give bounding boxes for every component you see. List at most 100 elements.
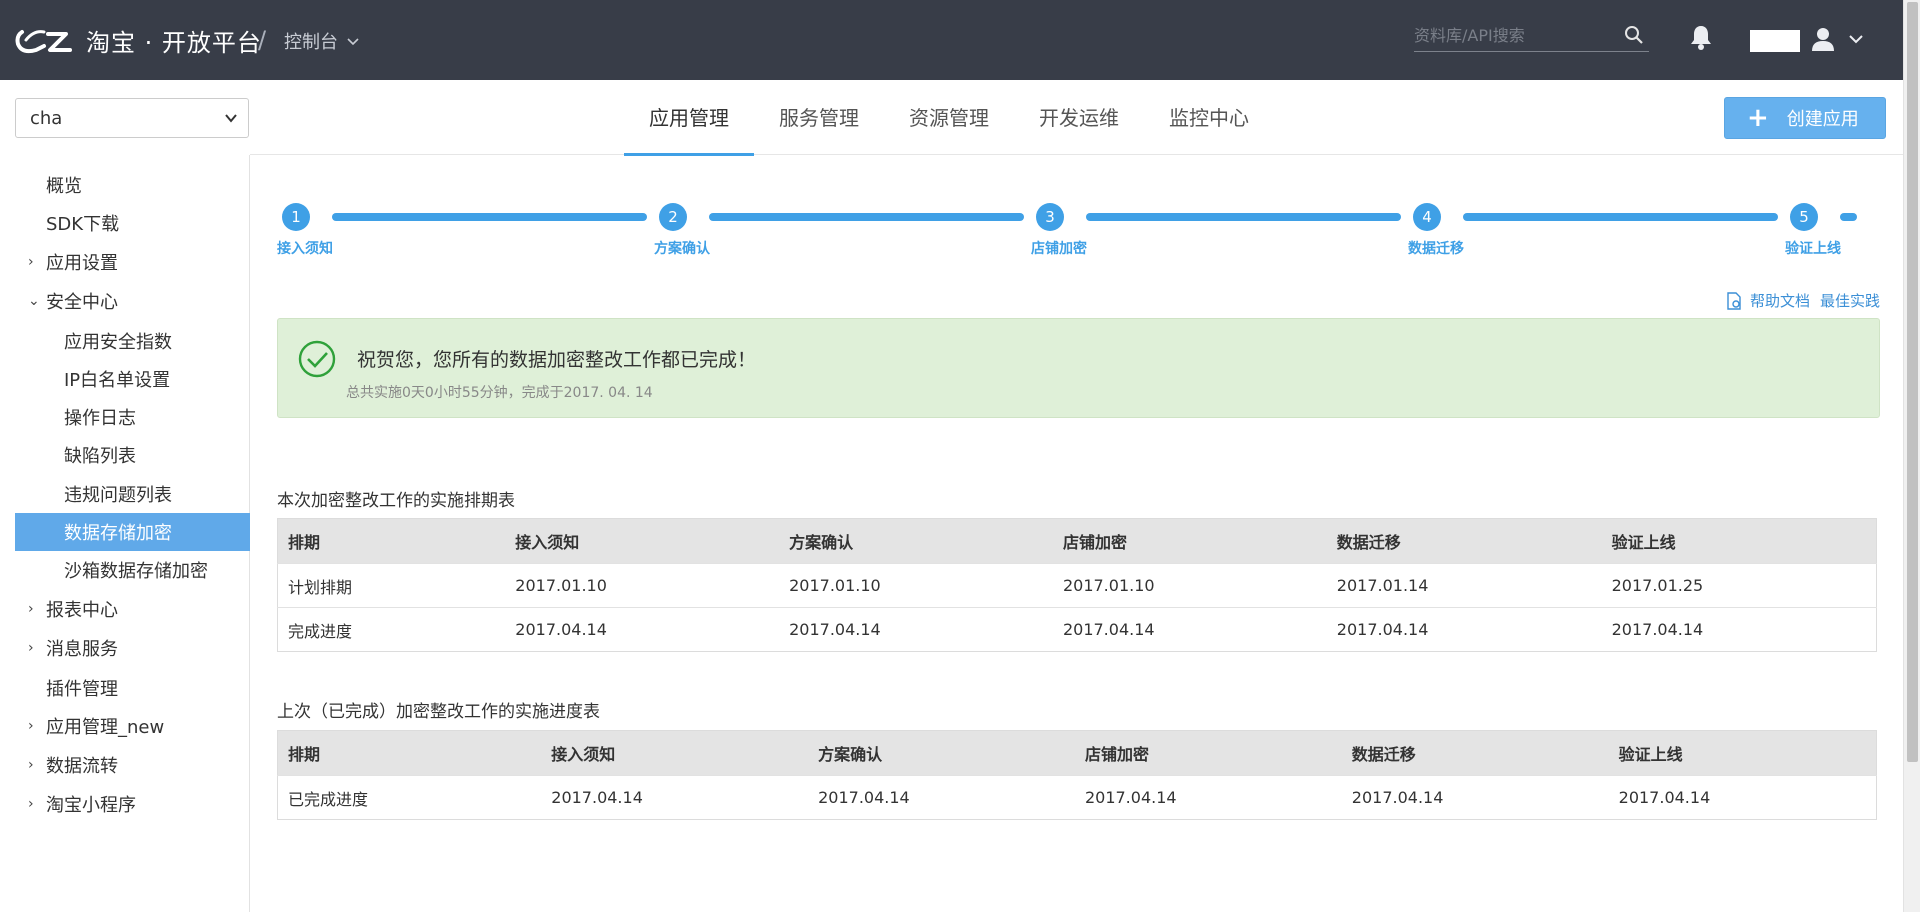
step-2-label: 方案确认: [654, 241, 710, 257]
table-row: 计划排期 2017.01.10 2017.01.10 2017.01.10 20…: [277, 563, 1877, 608]
step-2-dot: 2: [659, 203, 687, 231]
step-4-label: 数据迁移: [1408, 241, 1464, 257]
tab-service-management[interactable]: 服务管理: [754, 80, 884, 155]
chevron-right-icon: ›: [28, 254, 34, 270]
sidebar-item-label: 概览: [46, 176, 82, 197]
table-cell: 2017.04.14: [1074, 775, 1342, 820]
sidebar-item-mini-program[interactable]: › 淘宝小程序: [15, 785, 250, 823]
chevron-down-icon[interactable]: [1848, 31, 1864, 47]
success-subtitle: 总共实施0天0小时55分钟，完成于2017. 04. 14: [346, 385, 653, 401]
console-menu[interactable]: 控制台: [284, 28, 360, 54]
col-header: 店铺加密: [1074, 730, 1342, 776]
sidebar-item-overview[interactable]: 概览: [15, 166, 250, 204]
table-cell: 2017.04.14: [1326, 607, 1602, 652]
sidebar-item-security-center[interactable]: ⌄ 安全中心: [15, 282, 250, 320]
table-row: 已完成进度 2017.04.14 2017.04.14 2017.04.14 2…: [277, 775, 1877, 820]
tab-resource-management[interactable]: 资源管理: [884, 80, 1014, 155]
schedule-table-title: 本次加密整改工作的实施排期表: [277, 491, 515, 511]
col-header: 数据迁移: [1326, 518, 1602, 564]
table-cell: 计划排期: [277, 563, 506, 608]
sidebar-item-label: IP白名单设置: [64, 370, 171, 391]
table-cell: 2017.01.14: [1326, 563, 1602, 608]
sidebar-item-sdk[interactable]: SDK下载: [15, 204, 250, 242]
sidebar-item-label: 报表中心: [46, 600, 118, 621]
chevron-right-icon: ›: [28, 718, 34, 734]
sidebar-item-label: 数据流转: [46, 756, 118, 777]
step-4-dot: 4: [1413, 203, 1441, 231]
tab-app-management[interactable]: 应用管理: [624, 80, 754, 156]
table-header-row: 排期 接入须知 方案确认 店铺加密 数据迁移 验证上线: [277, 518, 1877, 564]
bell-icon[interactable]: [1688, 23, 1714, 51]
step-connector: [1840, 213, 1857, 221]
chevron-right-icon: ›: [28, 796, 34, 812]
step-1-label: 接入须知: [277, 241, 333, 257]
sidebar-item-label: 违规问题列表: [64, 485, 172, 506]
sidebar-item-label: 缺陷列表: [64, 446, 136, 467]
sidebar-item-data-encryption[interactable]: 数据存储加密: [15, 513, 250, 551]
sidebar-item-label: 安全中心: [46, 292, 118, 313]
table-cell: 2017.04.14: [1052, 607, 1327, 652]
logo-text: 淘宝 · 开放平台: [86, 28, 262, 57]
username-box[interactable]: [1750, 30, 1800, 52]
sidebar-item-label: 应用设置: [46, 253, 118, 274]
table-cell: 2017.04.14: [505, 607, 780, 652]
search-input[interactable]: [1414, 22, 1614, 45]
sidebar-item-ip-whitelist[interactable]: IP白名单设置: [15, 360, 250, 398]
check-circle-icon: [298, 340, 336, 378]
create-app-button[interactable]: + 创建应用: [1724, 97, 1886, 139]
table-row: 完成进度 2017.04.14 2017.04.14 2017.04.14 20…: [277, 607, 1877, 652]
console-label: 控制台: [284, 32, 338, 53]
tab-monitoring[interactable]: 监控中心: [1144, 80, 1274, 155]
main-nav: 应用管理 服务管理 资源管理 开发运维 监控中心: [250, 80, 1903, 156]
sidebar-item-sandbox-encryption[interactable]: 沙箱数据存储加密: [15, 551, 250, 589]
sidebar-item-label: 消息服务: [46, 639, 118, 660]
document-icon: [1727, 291, 1741, 310]
col-header: 验证上线: [1608, 730, 1877, 776]
plus-icon: +: [1747, 103, 1769, 133]
step-connector: [1463, 213, 1778, 221]
sidebar-item-violations[interactable]: 违规问题列表: [15, 475, 250, 513]
search-icon[interactable]: [1623, 24, 1645, 46]
sidebar-item-defect-list[interactable]: 缺陷列表: [15, 436, 250, 474]
help-doc-link[interactable]: 帮助文档: [1750, 290, 1810, 311]
sidebar-item-security-index[interactable]: 应用安全指数: [15, 322, 250, 360]
step-connector: [1086, 213, 1401, 221]
sidebar-item-label: 应用安全指数: [64, 332, 172, 353]
step-connector: [709, 213, 1024, 221]
sidebar-item-operation-log[interactable]: 操作日志: [15, 398, 250, 436]
table-cell: 2017.01.25: [1601, 563, 1877, 608]
sidebar-item-app-management-new[interactable]: › 应用管理_new: [15, 707, 250, 745]
sidebar-item-plugin-management[interactable]: 插件管理: [15, 669, 250, 707]
user-icon[interactable]: [1811, 26, 1835, 52]
sidebar-item-label: 应用管理_new: [46, 717, 165, 738]
alibaba-logo-icon: [15, 30, 72, 54]
nav-tabs: 应用管理 服务管理 资源管理 开发运维 监控中心: [624, 80, 1274, 156]
step-5-label: 验证上线: [1785, 241, 1841, 257]
success-title: 祝贺您，您所有的数据加密整改工作都已完成！: [357, 349, 757, 371]
table-header-row: 排期 接入须知 方案确认 店铺加密 数据迁移 验证上线: [277, 730, 1877, 776]
sidebar-item-message-service[interactable]: › 消息服务: [15, 629, 250, 667]
logo[interactable]: 淘宝 · 开放平台: [14, 22, 262, 58]
col-header: 方案确认: [808, 730, 1075, 776]
sidebar-item-label: 淘宝小程序: [46, 795, 136, 816]
step-connector: [332, 213, 647, 221]
chevron-right-icon: ›: [28, 757, 34, 773]
chevron-down-icon: [225, 114, 237, 123]
sidebar-item-data-flow[interactable]: › 数据流转: [15, 746, 250, 784]
vertical-scrollbar[interactable]: [1903, 0, 1920, 912]
col-header: 数据迁移: [1341, 730, 1609, 776]
chevron-right-icon: ›: [28, 601, 34, 617]
sidebar: 概览 SDK下载 › 应用设置 ⌄ 安全中心 应用安全指数 IP白名单设置 操作日志…: [0, 155, 250, 912]
col-header: 排期: [277, 518, 506, 564]
app-select[interactable]: cha: [15, 98, 249, 138]
sidebar-item-label: 操作日志: [64, 408, 136, 429]
table-cell: 已完成进度: [277, 775, 542, 820]
header-separator: /: [258, 26, 267, 54]
tab-devops[interactable]: 开发运维: [1014, 80, 1144, 155]
sidebar-item-report-center[interactable]: › 报表中心: [15, 590, 250, 628]
best-practice-link[interactable]: 最佳实践: [1820, 290, 1880, 311]
create-app-label: 创建应用: [1786, 109, 1859, 130]
table-cell: 2017.01.10: [505, 563, 780, 608]
scrollbar-thumb[interactable]: [1907, 2, 1918, 762]
sidebar-item-app-settings[interactable]: › 应用设置: [15, 243, 250, 281]
